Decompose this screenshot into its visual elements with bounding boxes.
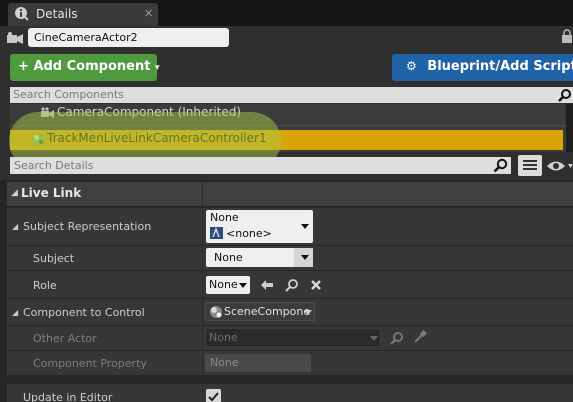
- column-divider: [202, 246, 203, 270]
- chevron-down-icon: [370, 336, 378, 341]
- arrow-left-icon[interactable]: [260, 279, 274, 291]
- subject-dropdown[interactable]: None: [206, 248, 313, 267]
- plus-icon: +: [18, 59, 29, 74]
- chevron-down-icon: [301, 255, 309, 260]
- scene-component-icon: [210, 306, 222, 318]
- chevron-down-icon: [239, 283, 247, 288]
- component-to-control-value: SceneCompone: [224, 305, 311, 318]
- role-dropdown[interactable]: None: [206, 276, 250, 294]
- column-divider: [202, 326, 203, 350]
- details-info-icon: [15, 7, 29, 21]
- tab-details[interactable]: Details ✕: [8, 3, 158, 26]
- search-icon[interactable]: [558, 88, 572, 102]
- tab-close-icon[interactable]: ✕: [144, 7, 153, 20]
- list-view-button[interactable]: [518, 155, 542, 176]
- component-property-field[interactable]: None: [205, 354, 311, 372]
- add-component-label: Add Component: [33, 59, 151, 74]
- role-value: None: [209, 278, 238, 291]
- property-label-role: Role: [33, 279, 57, 292]
- blueprint-add-script-button[interactable]: ⚙ Blueprint/Add Script: [392, 54, 573, 81]
- search-icon[interactable]: [390, 331, 404, 345]
- property-label-other-actor: Other Actor: [33, 332, 97, 345]
- category-live-link[interactable]: [7, 182, 573, 206]
- search-components-input[interactable]: Search Components: [10, 87, 573, 103]
- expand-arrow-icon[interactable]: ◢: [12, 308, 18, 317]
- tab-label: Details: [36, 7, 78, 21]
- subject-representation-dropdown[interactable]: None <none>: [206, 210, 313, 243]
- chevron-down-icon: ▾: [154, 63, 160, 73]
- livelink-role-icon: [210, 227, 223, 239]
- property-label-subject: Subject: [33, 252, 75, 265]
- property-label-component-property: Component Property: [33, 357, 147, 370]
- lock-icon[interactable]: [561, 29, 573, 43]
- checkmark-icon: [208, 392, 219, 402]
- subject-representation-value: None: [210, 211, 239, 224]
- chevron-down-icon: [301, 224, 309, 229]
- collapse-arrow-icon[interactable]: ◢: [11, 188, 18, 198]
- property-label-component-to-control: Component to Control: [23, 306, 145, 319]
- eyedropper-icon[interactable]: [413, 330, 427, 344]
- update-in-editor-checkbox[interactable]: [206, 389, 221, 402]
- blueprint-label: Blueprint/Add Script: [427, 59, 573, 74]
- list-icon: [523, 160, 537, 170]
- close-icon[interactable]: [310, 279, 322, 291]
- component-to-control-dropdown[interactable]: SceneCompone: [205, 302, 315, 321]
- column-divider: [202, 351, 203, 375]
- subject-value: None: [214, 251, 243, 264]
- other-actor-dropdown[interactable]: None: [205, 328, 381, 347]
- actor-name-field[interactable]: CineCameraActor2: [28, 28, 229, 47]
- column-divider: [202, 208, 203, 245]
- add-component-button[interactable]: + Add Component ▾: [10, 54, 160, 81]
- column-divider: [202, 384, 203, 402]
- eye-icon[interactable]: [546, 158, 573, 174]
- category-label: Live Link: [21, 186, 82, 200]
- chevron-down-icon: [304, 310, 312, 315]
- subject-representation-role: <none>: [226, 227, 272, 240]
- column-divider: [202, 271, 203, 298]
- search-details-input[interactable]: Search Details: [10, 157, 511, 174]
- other-actor-value: None: [209, 331, 238, 344]
- search-icon[interactable]: [493, 158, 508, 173]
- expand-arrow-icon[interactable]: ◢: [12, 222, 18, 231]
- property-label-update-in-editor: Update in Editor: [23, 391, 113, 402]
- actor-icon: [7, 32, 23, 44]
- search-icon[interactable]: [285, 278, 299, 292]
- tree-scrollbar[interactable]: [566, 104, 573, 152]
- gears-icon: ⚙: [406, 59, 417, 73]
- property-label-subject-representation: Subject Representation: [23, 220, 152, 233]
- column-divider: [202, 299, 203, 325]
- column-divider: [202, 182, 203, 206]
